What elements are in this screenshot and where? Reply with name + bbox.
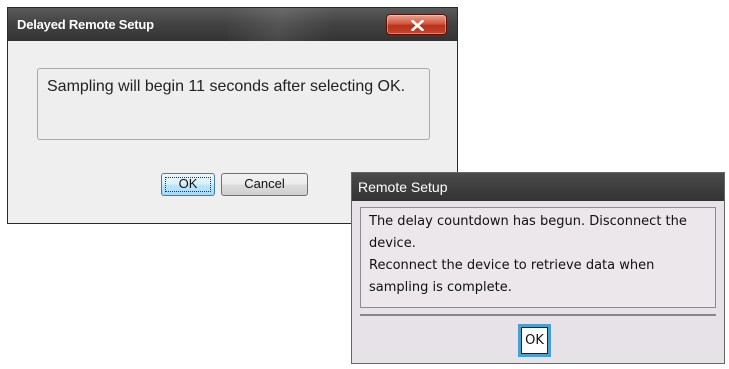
dialog-title: Remote Setup — [358, 179, 448, 195]
message-line: Reconnect the device to retrieve data wh… — [369, 258, 655, 295]
cancel-button-label: Cancel — [244, 176, 285, 191]
close-x-icon — [411, 20, 424, 31]
ok-button[interactable]: OK — [161, 173, 215, 196]
message-line: The delay countdown has begun. Disconnec… — [369, 214, 687, 251]
dialog-titlebar[interactable]: Delayed Remote Setup — [8, 8, 457, 41]
remote-setup-dialog: Remote Setup The delay countdown has beg… — [351, 172, 725, 364]
close-button[interactable] — [386, 14, 447, 35]
titlebar-gloss — [228, 8, 358, 41]
cancel-button[interactable]: Cancel — [221, 173, 308, 196]
dialog-title: Delayed Remote Setup — [17, 17, 154, 32]
dialog-titlebar[interactable]: Remote Setup — [352, 173, 724, 201]
ok-button[interactable]: OK — [518, 324, 551, 357]
ok-button-label: OK — [178, 176, 198, 191]
divider — [360, 314, 716, 316]
button-inner-border — [521, 327, 548, 354]
message-box: Sampling will begin 11 seconds after sel… — [37, 68, 430, 140]
message-box: The delay countdown has begun. Disconnec… — [360, 207, 716, 308]
